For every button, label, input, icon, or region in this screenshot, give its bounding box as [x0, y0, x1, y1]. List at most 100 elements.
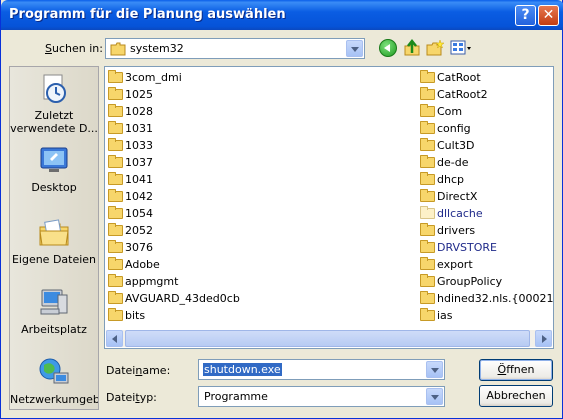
folder-icon: [108, 189, 123, 202]
file-list-item[interactable]: appmgmt: [107, 273, 240, 290]
file-list-item[interactable]: 1037: [107, 154, 240, 171]
file-list-item[interactable]: Cult3D: [419, 137, 553, 154]
file-name: CatRoot2: [437, 88, 488, 101]
help-button[interactable]: ?: [515, 5, 536, 26]
folder-icon: [420, 240, 435, 253]
filetype-dropdown-arrow[interactable]: [426, 388, 443, 405]
place-recent-label-1: Zuletzt: [34, 109, 74, 122]
filename-combo[interactable]: shutdown.exe: [198, 359, 445, 380]
file-list-item[interactable]: hdined32.nls.{00021401: [419, 290, 554, 307]
place-recent-label-2: verwendete D...: [10, 122, 98, 135]
filetype-select[interactable]: Programme: [198, 386, 445, 407]
file-list[interactable]: 3com_dmi 1025 1028 1031 1033 1037 1041 1042 1054…: [104, 66, 554, 349]
open-file-dialog: Programm für die Planung auswählen ? ✕ S…: [0, 0, 563, 419]
cancel-button[interactable]: Abbrechen: [479, 385, 553, 407]
folder-icon: [108, 138, 123, 151]
file-list-item[interactable]: Com: [419, 103, 553, 120]
file-list-item[interactable]: 1033: [107, 137, 240, 154]
folder-icon: [420, 189, 435, 202]
file-list-item[interactable]: DRVSTORE: [419, 239, 553, 256]
file-list-item[interactable]: Adobe: [107, 256, 240, 273]
folder-icon: [420, 87, 435, 100]
file-list-item[interactable]: bits: [107, 307, 240, 324]
file-list-item[interactable]: 1054: [107, 205, 240, 222]
file-name: 3com_dmi: [125, 71, 182, 84]
back-icon[interactable]: [379, 39, 397, 57]
filename-input[interactable]: shutdown.exe: [203, 363, 282, 376]
file-name: de-de: [437, 156, 469, 169]
file-list-item[interactable]: drivers: [419, 222, 553, 239]
place-recent[interactable]: Zuletzt verwendete D...: [10, 73, 98, 135]
folder-icon: [108, 121, 123, 134]
open-button[interactable]: Öffnen: [479, 359, 553, 381]
file-name: config: [437, 122, 471, 135]
place-my-documents[interactable]: Eigene Dateien: [10, 217, 98, 266]
file-list-item[interactable]: 1028: [107, 103, 240, 120]
folder-icon: [420, 138, 435, 151]
file-list-item[interactable]: CatRoot: [419, 69, 553, 86]
folder-icon: [108, 70, 123, 83]
filetype-label: Dateityp:: [106, 391, 157, 404]
close-button[interactable]: ✕: [538, 5, 559, 26]
file-list-item[interactable]: export: [419, 256, 553, 273]
file-name: appmgmt: [125, 275, 179, 288]
scroll-thumb[interactable]: [125, 330, 530, 347]
file-name: CatRoot: [437, 71, 481, 84]
file-list-item[interactable]: 1041: [107, 171, 240, 188]
place-my-documents-label: Eigene Dateien: [11, 253, 97, 266]
file-list-item[interactable]: dhcp: [419, 171, 553, 188]
file-list-item[interactable]: config: [419, 120, 553, 137]
file-list-item[interactable]: 2052: [107, 222, 240, 239]
file-list-item[interactable]: CatRoot2: [419, 86, 553, 103]
file-name: export: [437, 258, 473, 271]
new-folder-icon[interactable]: [426, 39, 444, 57]
file-list-item[interactable]: de-de: [419, 154, 553, 171]
folder-icon: [420, 291, 435, 304]
file-name: hdined32.nls.{00021401: [437, 292, 554, 305]
filename-dropdown-arrow[interactable]: [426, 361, 443, 378]
window-title: Programm für die Planung auswählen: [9, 7, 286, 22]
folder-icon: [420, 172, 435, 185]
file-name: 2052: [125, 224, 153, 237]
up-folder-icon[interactable]: [403, 39, 421, 57]
file-name: DirectX: [437, 190, 478, 203]
file-list-item[interactable]: 1025: [107, 86, 240, 103]
file-name: GroupPolicy: [437, 275, 503, 288]
folder-icon: [420, 155, 435, 168]
places-bar: Zuletzt verwendete D... Desktop Eigene D…: [9, 66, 99, 410]
file-list-item[interactable]: dllcache: [419, 205, 553, 222]
file-list-item[interactable]: 1042: [107, 188, 240, 205]
folder-icon: [420, 104, 435, 117]
folder-icon: [420, 206, 435, 219]
my-documents-icon: [39, 219, 69, 246]
file-name: 1025: [125, 88, 153, 101]
file-name: 1031: [125, 122, 153, 135]
place-network[interactable]: Netzwerkumgeb: [10, 357, 98, 406]
horizontal-scrollbar[interactable]: [106, 330, 552, 347]
folder-icon: [108, 206, 123, 219]
file-name: ias: [437, 309, 453, 322]
file-list-item[interactable]: DirectX: [419, 188, 553, 205]
place-my-computer[interactable]: Arbeitsplatz: [10, 287, 98, 336]
file-list-item[interactable]: GroupPolicy: [419, 273, 553, 290]
title-bar[interactable]: Programm für die Planung auswählen ? ✕: [1, 0, 563, 30]
look-in-dropdown-arrow[interactable]: [346, 40, 363, 57]
place-desktop[interactable]: Desktop: [10, 145, 98, 194]
file-list-item[interactable]: AVGUARD_43ded0cb: [107, 290, 240, 307]
file-list-item[interactable]: 3com_dmi: [107, 69, 240, 86]
file-list-item[interactable]: 3076: [107, 239, 240, 256]
file-column-1: 3com_dmi 1025 1028 1031 1033 1037 1041 1042 1054…: [107, 69, 240, 324]
folder-icon: [108, 257, 123, 270]
scroll-left-button[interactable]: [106, 330, 123, 347]
scroll-right-button[interactable]: [535, 330, 552, 347]
folder-icon: [420, 223, 435, 236]
file-column-2: CatRoot CatRoot2 Com config Cult3D de-de dhcp D…: [419, 69, 554, 324]
place-desktop-label: Desktop: [31, 181, 77, 194]
file-name: 1037: [125, 156, 153, 169]
file-list-item[interactable]: 1031: [107, 120, 240, 137]
look-in-dropdown[interactable]: system32: [105, 38, 365, 59]
file-list-item[interactable]: ias: [419, 307, 553, 324]
file-name: 1042: [125, 190, 153, 203]
views-menu-icon[interactable]: [450, 39, 472, 57]
file-name: Com: [437, 105, 463, 118]
